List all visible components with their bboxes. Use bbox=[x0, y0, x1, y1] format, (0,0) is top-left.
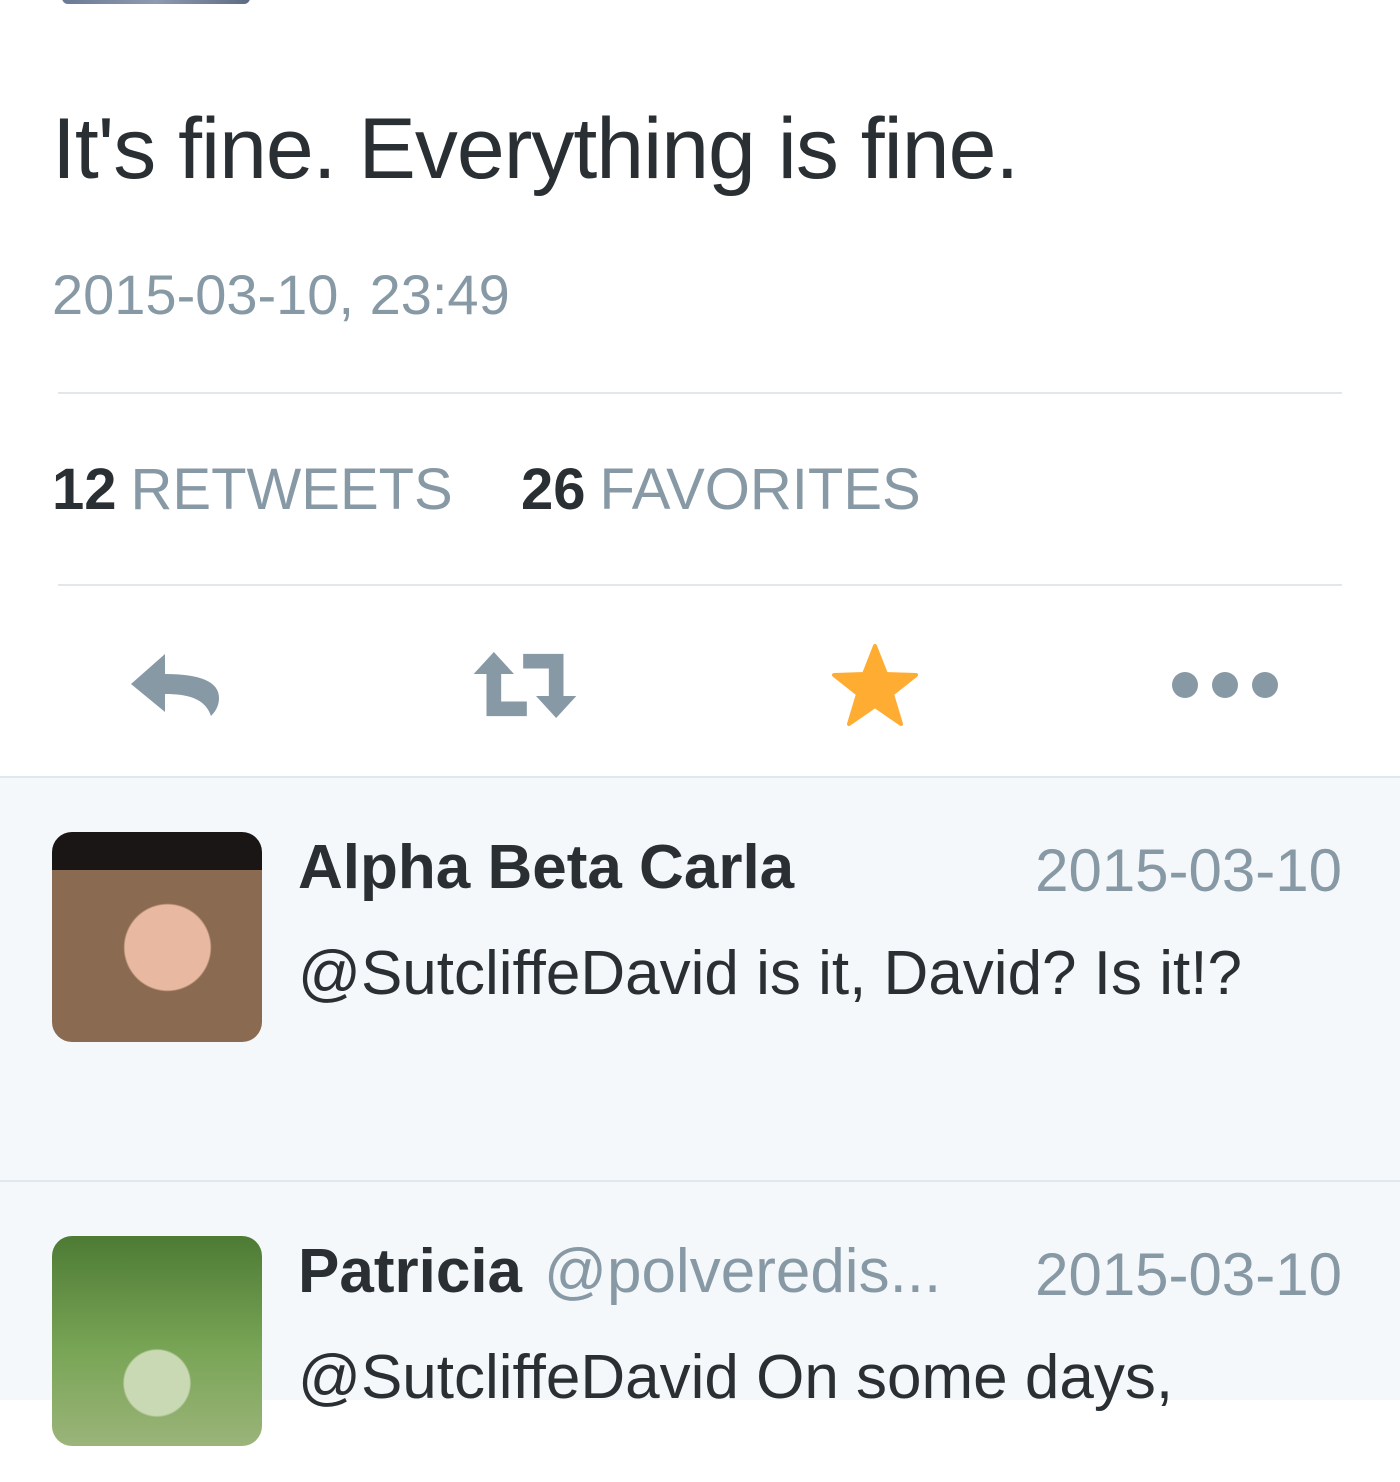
tweet-stats: 12 RETWEETS 26 FAVORITES bbox=[52, 456, 921, 523]
avatar[interactable] bbox=[52, 1236, 262, 1446]
reply-text: @SutcliffeDavid is it, David? Is it!? bbox=[298, 939, 1242, 1008]
divider bbox=[58, 584, 1342, 586]
reply-author-handle: @polveredis... bbox=[544, 1237, 942, 1306]
reply-author: Patricia @polveredis... bbox=[298, 1236, 941, 1307]
retweet-button[interactable] bbox=[470, 630, 580, 740]
favorites-stat[interactable]: 26 FAVORITES bbox=[505, 457, 921, 522]
reply-button[interactable] bbox=[120, 630, 230, 740]
avatar[interactable] bbox=[52, 832, 262, 1042]
retweets-count: 12 bbox=[52, 457, 117, 522]
reply-author-name: Patricia bbox=[298, 1237, 523, 1306]
divider bbox=[58, 392, 1342, 394]
tweet-text: It's fine. Everything is fine. bbox=[52, 101, 1019, 197]
more-button[interactable] bbox=[1170, 630, 1280, 740]
reply-date: 2015-03-10 bbox=[1035, 837, 1342, 904]
favorites-count: 26 bbox=[521, 457, 586, 522]
tweet-timestamp: 2015-03-10, 23:49 bbox=[52, 263, 510, 326]
action-bar bbox=[0, 630, 1400, 740]
reply-item[interactable]: Alpha Beta Carla 2015-03-10 @SutcliffeDa… bbox=[0, 778, 1400, 1182]
favorite-button[interactable] bbox=[820, 630, 930, 740]
reply-author-name: Alpha Beta Carla bbox=[298, 833, 795, 902]
retweets-label: RETWEETS bbox=[130, 457, 453, 522]
retweet-icon bbox=[473, 652, 577, 718]
replies-list: Alpha Beta Carla 2015-03-10 @SutcliffeDa… bbox=[0, 776, 1400, 1446]
retweets-stat[interactable]: 12 RETWEETS bbox=[52, 457, 469, 522]
reply-date: 2015-03-10 bbox=[1035, 1241, 1342, 1308]
star-icon bbox=[832, 644, 918, 726]
reply-icon bbox=[131, 654, 219, 716]
reply-item[interactable]: Patricia @polveredis... 2015-03-10 @Sutcl… bbox=[0, 1182, 1400, 1482]
reply-text: @SutcliffeDavid On some days, bbox=[298, 1343, 1174, 1412]
author-avatar[interactable] bbox=[62, 0, 250, 4]
favorites-label: FAVORITES bbox=[599, 457, 921, 522]
more-icon bbox=[1172, 672, 1278, 698]
